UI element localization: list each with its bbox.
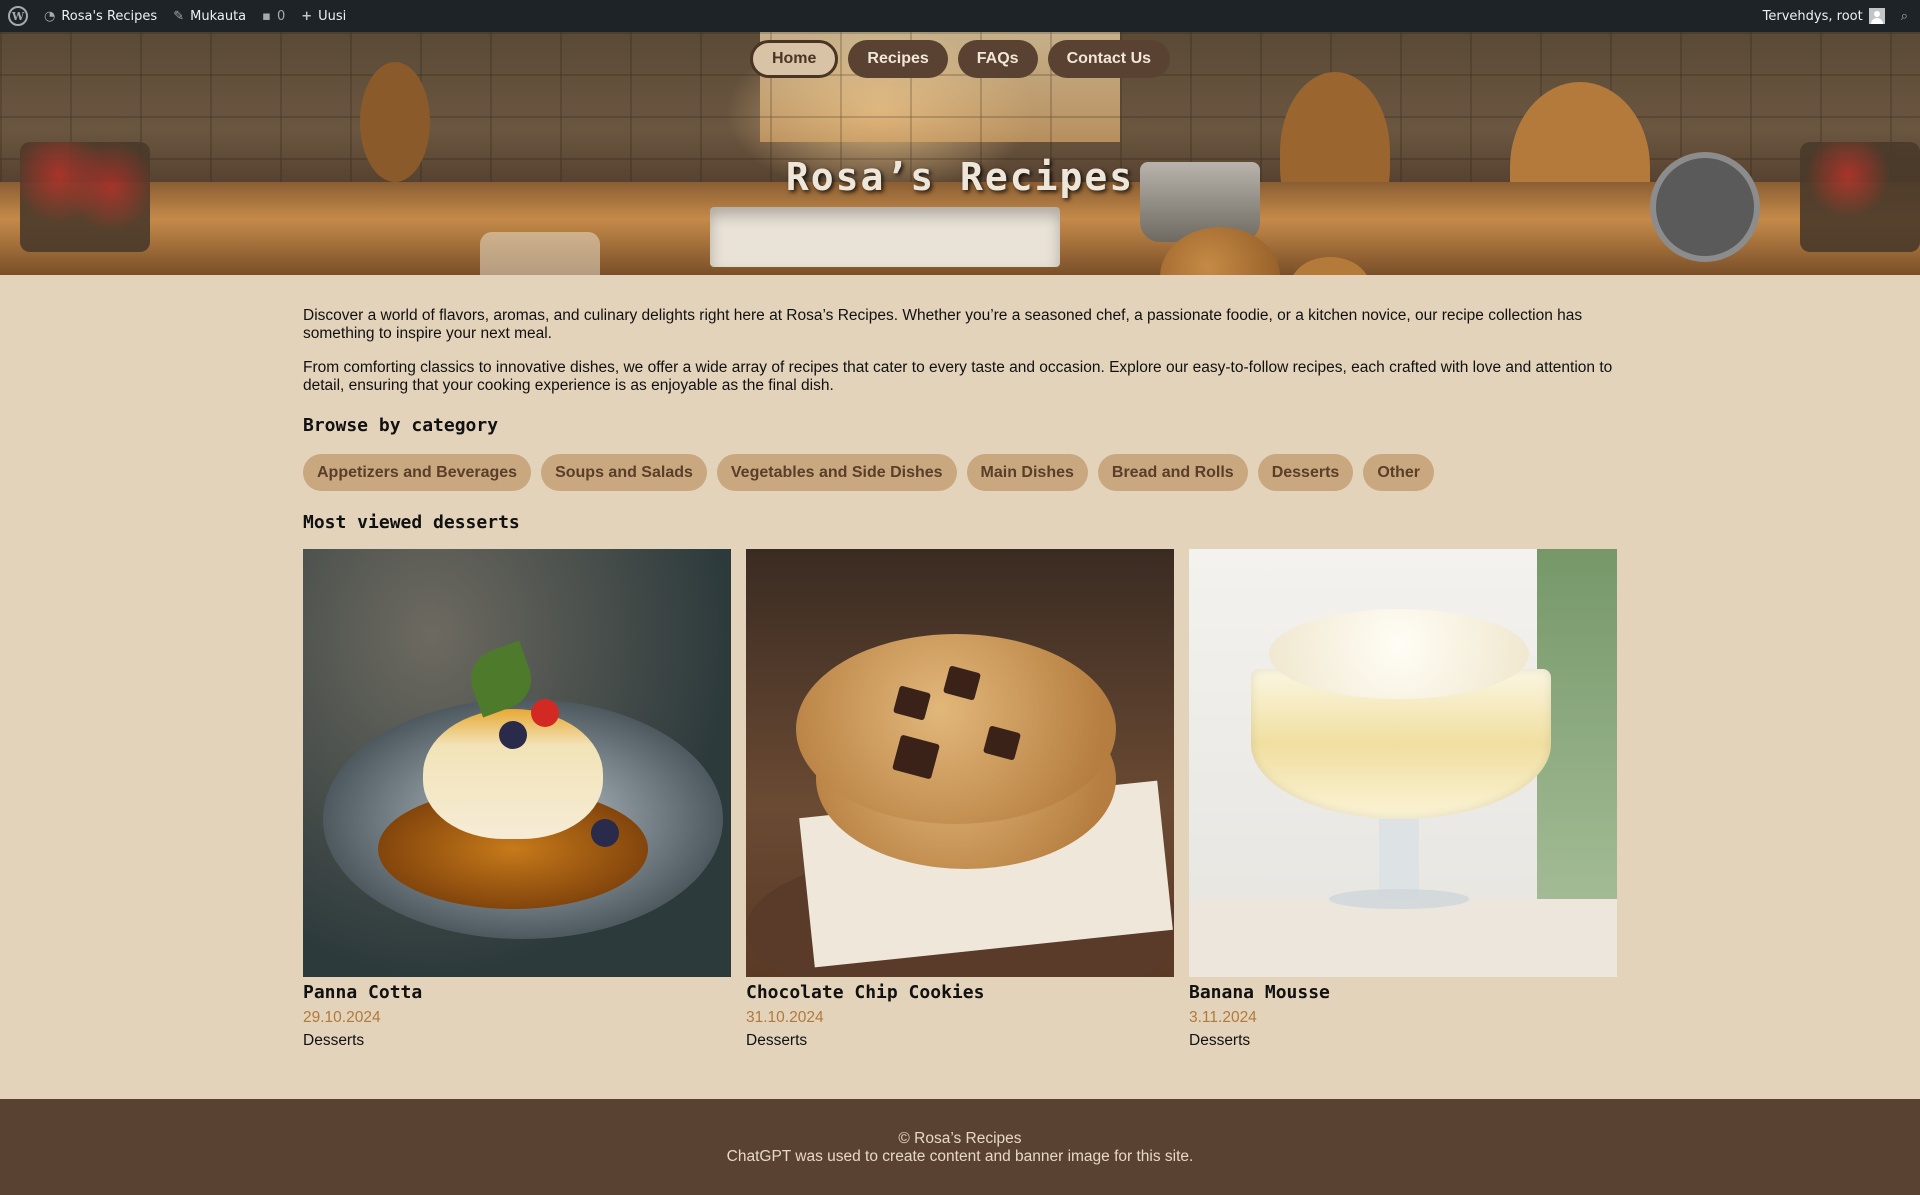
panna-cotta-image[interactable]	[303, 549, 731, 977]
recipe-category[interactable]: Desserts	[303, 1032, 731, 1050]
blueberry	[499, 721, 527, 749]
category-other[interactable]: Other	[1363, 454, 1434, 491]
site-footer: © Rosa’s Recipes ChatGPT was used to cre…	[0, 1099, 1920, 1195]
site-name-link[interactable]: ◔ Rosa's Recipes	[36, 0, 165, 32]
brush-icon: ✎	[173, 8, 185, 24]
recipe-cards: Panna Cotta 29.10.2024 Desserts Chocolat…	[303, 549, 1617, 1050]
intro-paragraph-1: Discover a world of flavors, aromas, and…	[303, 307, 1583, 342]
category-appetizers-and-beverages[interactable]: Appetizers and Beverages	[303, 454, 532, 491]
avatar	[1868, 8, 1885, 24]
intro-paragraph-2: From comforting classics to innovative d…	[303, 359, 1613, 394]
wordpress-logo-icon: W	[8, 6, 28, 26]
footer-note: ChatGPT was used to create content and b…	[726, 1148, 1194, 1165]
main-content: Discover a world of flavors, aromas, and…	[303, 275, 1617, 1050]
whipped-cream	[1269, 609, 1529, 699]
recipe-date: 31.10.2024	[746, 1009, 824, 1026]
recipe-date: 29.10.2024	[303, 1009, 381, 1026]
admin-bar: W ◔ Rosa's Recipes ✎ Mukauta ▪ 0 + Uusi …	[0, 0, 1920, 32]
main-nav: Home Recipes FAQs Contact Us	[0, 40, 1920, 78]
most-viewed-heading: Most viewed desserts	[303, 512, 520, 533]
category-soups-and-salads[interactable]: Soups and Salads	[541, 454, 707, 491]
footer-copyright: © Rosa’s Recipes	[898, 1130, 1022, 1147]
nav-home[interactable]: Home	[749, 40, 839, 78]
strawberry	[531, 699, 559, 727]
nav-faqs[interactable]: FAQs	[957, 40, 1038, 78]
recipe-category[interactable]: Desserts	[746, 1032, 1174, 1050]
search-icon: ⌕	[1900, 8, 1908, 24]
site-title: Rosa’s Recipes	[785, 155, 1135, 199]
admin-search-button[interactable]: ⌕	[1893, 0, 1920, 32]
browse-category-heading: Browse by category	[303, 415, 499, 436]
banana-mousse-image[interactable]	[1189, 549, 1617, 977]
comment-icon: ▪	[262, 8, 271, 24]
nav-contact-us[interactable]: Contact Us	[1047, 40, 1171, 78]
recipe-card-banana-mousse[interactable]: Banana Mousse 3.11.2024 Desserts	[1189, 549, 1617, 1050]
site-name-label: Rosa's Recipes	[61, 8, 158, 24]
banner-sink	[710, 207, 1060, 267]
customize-label: Mukauta	[190, 8, 247, 24]
cloth	[1189, 899, 1617, 977]
recipe-title[interactable]: Panna Cotta	[303, 982, 731, 1003]
blueberry	[591, 819, 619, 847]
recipe-title[interactable]: Banana Mousse	[1189, 982, 1617, 1003]
category-main-dishes[interactable]: Main Dishes	[966, 454, 1088, 491]
new-content-link[interactable]: + Uusi	[293, 0, 354, 32]
nav-recipes[interactable]: Recipes	[848, 40, 948, 78]
category-desserts[interactable]: Desserts	[1257, 454, 1354, 491]
dashboard-icon: ◔	[44, 8, 56, 24]
category-list: Appetizers and Beverages Soups and Salad…	[303, 454, 1617, 491]
glass-base	[1329, 889, 1469, 909]
account-menu[interactable]: Tervehdys, root	[1755, 0, 1893, 32]
comments-link[interactable]: ▪ 0	[254, 0, 293, 32]
recipe-title[interactable]: Chocolate Chip Cookies	[746, 982, 1174, 1003]
recipe-card-chocolate-chip-cookies[interactable]: Chocolate Chip Cookies 31.10.2024 Desser…	[746, 549, 1174, 1050]
chocolate-chip-cookies-image[interactable]	[746, 549, 1174, 977]
wordpress-menu[interactable]: W	[0, 0, 36, 32]
comments-count: 0	[276, 8, 286, 24]
cookie-top	[796, 634, 1116, 824]
recipe-category[interactable]: Desserts	[1189, 1032, 1617, 1050]
glass-stem	[1379, 819, 1419, 899]
category-vegetables-and-side-dishes[interactable]: Vegetables and Side Dishes	[716, 454, 957, 491]
new-label: Uusi	[318, 8, 347, 24]
plus-icon: +	[301, 8, 313, 24]
recipe-card-panna-cotta[interactable]: Panna Cotta 29.10.2024 Desserts	[303, 549, 731, 1050]
banner-jar	[480, 232, 600, 275]
greeting-label: Tervehdys, root	[1762, 8, 1863, 24]
recipe-date: 3.11.2024	[1189, 1009, 1257, 1026]
customize-link[interactable]: ✎ Mukauta	[165, 0, 254, 32]
category-bread-and-rolls[interactable]: Bread and Rolls	[1097, 454, 1248, 491]
